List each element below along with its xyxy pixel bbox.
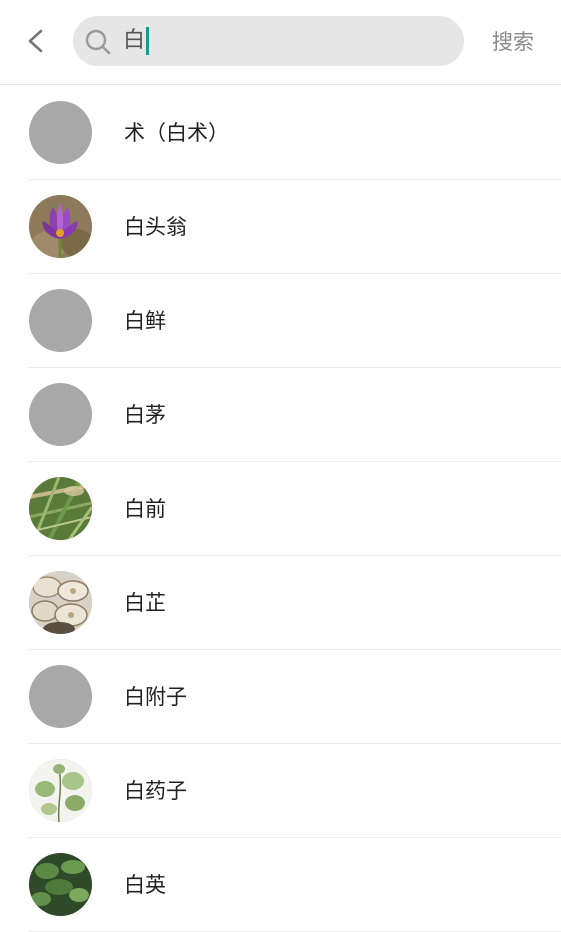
thumbnail-placeholder [29, 665, 92, 728]
thumbnail-purple-flower [29, 195, 92, 258]
item-name: 白前 [124, 497, 166, 521]
search-field[interactable]: 白 [73, 16, 464, 66]
list-item[interactable]: 术（白术） [0, 86, 561, 180]
thumbnail-green-grass [29, 477, 92, 540]
item-name: 白英 [124, 873, 166, 897]
top-bar: 白 搜索 [0, 0, 561, 85]
search-icon [85, 29, 111, 55]
list-item[interactable]: 白芷 [0, 556, 561, 650]
thumbnail-placeholder [29, 383, 92, 446]
search-input[interactable]: 白 [123, 25, 150, 57]
thumbnail-placeholder [29, 289, 92, 352]
search-query-text: 白 [123, 28, 146, 53]
item-name: 白茅 [124, 403, 166, 427]
thumbnail-leafy-vine [29, 759, 92, 822]
thumbnail-dried-slices [29, 571, 92, 634]
thumbnail-placeholder [29, 101, 92, 164]
thumbnail-green-leaves [29, 853, 92, 916]
item-name: 白药子 [124, 779, 187, 803]
list-item[interactable]: 白鲜 [0, 274, 561, 368]
list-item[interactable]: 白英 [0, 838, 561, 932]
item-name: 白鲜 [124, 309, 166, 333]
chevron-left-icon [28, 29, 43, 53]
list-item[interactable]: 白药子 [0, 744, 561, 838]
text-caret [146, 27, 150, 55]
item-name: 白附子 [124, 685, 187, 709]
result-list: 术（白术） 白头翁 白鲜 白茅 白前 白芷 白附子 白药子 白英 [0, 86, 561, 932]
search-submit-button[interactable]: 搜索 [484, 24, 542, 60]
list-item[interactable]: 白头翁 [0, 180, 561, 274]
list-item[interactable]: 白前 [0, 462, 561, 556]
list-item[interactable]: 白茅 [0, 368, 561, 462]
item-name: 术（白术） [124, 121, 229, 145]
list-item[interactable]: 白附子 [0, 650, 561, 744]
item-name: 白芷 [124, 591, 166, 615]
back-button[interactable] [18, 22, 54, 60]
item-name: 白头翁 [124, 215, 187, 239]
